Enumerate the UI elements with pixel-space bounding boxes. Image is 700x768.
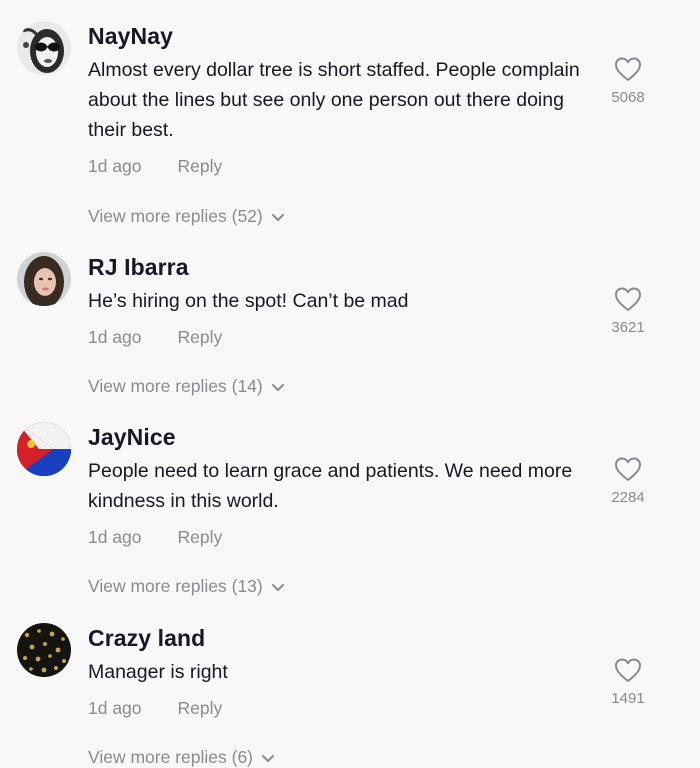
gold-hearts-icon	[17, 623, 71, 677]
comment-username[interactable]: RJ Ibarra	[88, 254, 189, 281]
like-count: 3621	[611, 319, 645, 336]
avatar[interactable]	[17, 21, 71, 75]
comment-meta: 1d ago Reply	[88, 156, 222, 177]
reply-button[interactable]: Reply	[178, 327, 223, 347]
like-control: 1491	[596, 657, 660, 707]
like-count: 2284	[611, 489, 645, 506]
chevron-down-icon	[271, 383, 284, 391]
comment-timestamp: 1d ago	[88, 698, 142, 718]
avatar-woman-icon	[17, 252, 71, 306]
like-control: 3621	[596, 286, 660, 336]
comment-username[interactable]: NayNay	[88, 23, 173, 50]
view-more-replies-button[interactable]: View more replies (14)	[88, 376, 285, 397]
philippine-flag-icon	[17, 422, 71, 476]
chevron-down-icon	[271, 213, 284, 221]
comment-meta: 1d ago Reply	[88, 527, 222, 548]
comment-text: Manager is right	[88, 661, 228, 683]
view-more-replies-label: View more replies (6)	[88, 747, 254, 767]
view-more-replies-label: View more replies (13)	[88, 576, 263, 596]
reply-button[interactable]: Reply	[178, 698, 223, 718]
heart-icon[interactable]	[614, 56, 642, 82]
heart-icon[interactable]	[614, 657, 642, 683]
view-more-replies-button[interactable]: View more replies (52)	[88, 206, 285, 227]
view-more-replies-button[interactable]: View more replies (13)	[88, 576, 285, 597]
comment-text: He’s hiring on the spot! Can’t be mad	[88, 290, 409, 312]
comment-timestamp: 1d ago	[88, 327, 142, 347]
comment-text: People need to learn grace and patients.…	[88, 460, 573, 512]
comment-username[interactable]: Crazy land	[88, 625, 205, 652]
like-control: 2284	[596, 456, 660, 506]
view-more-replies-button[interactable]: View more replies (6)	[88, 747, 275, 768]
view-more-replies-label: View more replies (52)	[88, 206, 263, 226]
heart-icon[interactable]	[614, 456, 642, 482]
comment-meta: 1d ago Reply	[88, 327, 222, 348]
avatar[interactable]	[17, 623, 71, 677]
comment-username[interactable]: JayNice	[88, 424, 176, 451]
like-control: 5068	[596, 56, 660, 106]
avatar[interactable]	[17, 252, 71, 306]
view-more-replies-label: View more replies (14)	[88, 376, 263, 396]
comment-meta: 1d ago Reply	[88, 698, 222, 719]
reply-button[interactable]: Reply	[178, 156, 223, 176]
like-count: 5068	[611, 89, 645, 106]
reply-button[interactable]: Reply	[178, 527, 223, 547]
chevron-down-icon	[271, 583, 284, 591]
comment-timestamp: 1d ago	[88, 156, 142, 176]
comment-timestamp: 1d ago	[88, 527, 142, 547]
chevron-down-icon	[262, 754, 275, 762]
like-count: 1491	[611, 690, 645, 707]
heart-icon[interactable]	[614, 286, 642, 312]
avatar[interactable]	[17, 422, 71, 476]
comment-text: Almost every dollar tree is short staffe…	[88, 59, 580, 141]
avatar-sunglasses-icon	[17, 21, 71, 75]
